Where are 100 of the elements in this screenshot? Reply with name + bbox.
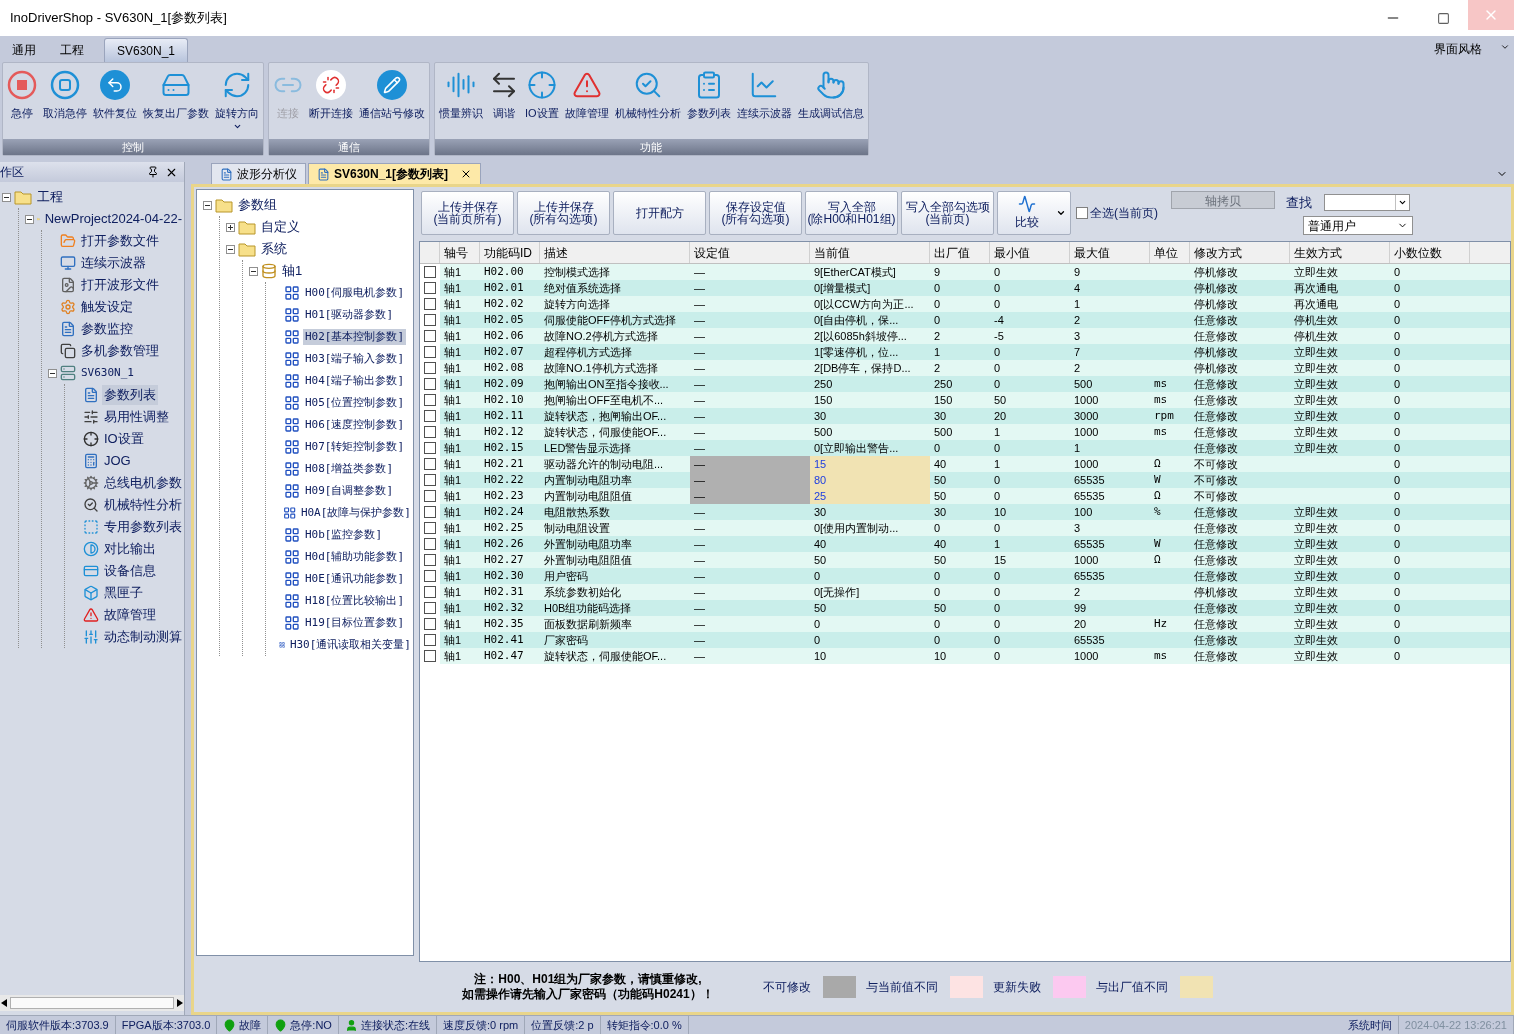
tree-item[interactable]: H08[增益类参数]: [303, 460, 396, 478]
row-checkbox[interactable]: [424, 570, 436, 582]
user-level-select[interactable]: 普通用户: [1303, 216, 1413, 236]
maximize-icon[interactable]: [1437, 11, 1450, 25]
column-header[interactable]: 生效方式: [1290, 242, 1390, 263]
expand-icon[interactable]: [226, 222, 235, 232]
collapse-icon[interactable]: [25, 214, 34, 224]
row-checkbox[interactable]: [424, 474, 436, 486]
row-checkbox[interactable]: [424, 394, 436, 406]
ribbon-button[interactable]: 急停: [5, 67, 39, 131]
tree-item[interactable]: 对比输出: [102, 539, 158, 559]
column-header[interactable]: 描述: [540, 242, 690, 263]
tree-item[interactable]: 参数列表: [102, 385, 158, 405]
tree-item[interactable]: H09[自调整参数]: [303, 482, 396, 500]
row-checkbox[interactable]: [424, 522, 436, 534]
select-all-checkbox[interactable]: 全选(当前页): [1076, 204, 1158, 222]
tree-item[interactable]: 多机参数管理: [79, 341, 161, 361]
column-header[interactable]: 小数位数: [1390, 242, 1470, 263]
tree-item[interactable]: H30[通讯读取相关变量]: [287, 636, 413, 654]
ribbon-button[interactable]: 调谐: [487, 67, 521, 131]
ribbon-button[interactable]: 惯量辨识: [437, 67, 485, 131]
row-checkbox[interactable]: [424, 538, 436, 550]
column-header[interactable]: 功能码ID: [480, 242, 540, 263]
tree-item[interactable]: H19[目标位置参数]: [303, 614, 407, 632]
compare-button[interactable]: 比较: [997, 191, 1071, 235]
tree-item[interactable]: 总线电机参数: [102, 473, 184, 493]
collapse-icon[interactable]: [226, 244, 235, 254]
tree-item[interactable]: NewProject2024-04-22-: [42, 209, 184, 229]
scroll-right-icon[interactable]: [177, 999, 183, 1007]
column-header[interactable]: 当前值: [810, 242, 930, 263]
tree-item[interactable]: H0E[通讯功能参数]: [303, 570, 407, 588]
collapse-icon[interactable]: [203, 200, 212, 210]
tree-item[interactable]: JOG: [102, 451, 133, 471]
interface-style-menu[interactable]: 界面风格: [1434, 40, 1482, 58]
tree-item[interactable]: 参数组: [236, 195, 279, 215]
tree-item[interactable]: 参数监控: [79, 319, 135, 339]
collapse-icon[interactable]: [2, 192, 11, 202]
tree-item[interactable]: 轴1: [280, 261, 305, 281]
row-checkbox[interactable]: [424, 378, 436, 390]
tree-item[interactable]: H0d[辅助功能参数]: [303, 548, 407, 566]
row-checkbox[interactable]: [424, 298, 436, 310]
column-header[interactable]: 轴号: [440, 242, 480, 263]
row-checkbox[interactable]: [424, 426, 436, 438]
row-checkbox[interactable]: [424, 618, 436, 630]
toolbar-button[interactable]: 打开配方: [613, 191, 706, 235]
tree-item[interactable]: 连续示波器: [79, 253, 148, 273]
row-checkbox[interactable]: [424, 362, 436, 374]
ribbon-button[interactable]: 故障管理: [562, 67, 611, 131]
column-header[interactable]: 出厂值: [930, 242, 990, 263]
ribbon-button[interactable]: 通信站号修改: [357, 67, 427, 131]
tree-item[interactable]: SV630N_1: [79, 364, 136, 382]
row-checkbox[interactable]: [424, 314, 436, 326]
ribbon-button[interactable]: 断开连接: [307, 67, 355, 131]
document-tab[interactable]: 波形分析仪: [211, 163, 306, 184]
row-checkbox[interactable]: [424, 554, 436, 566]
toolbar-button[interactable]: 上传并保存 (当前页所有): [421, 191, 514, 235]
tree-item[interactable]: 设备信息: [102, 561, 158, 581]
tree-item[interactable]: 机械特性分析: [102, 495, 184, 515]
ribbon-button[interactable]: IO设置: [523, 67, 561, 131]
column-header[interactable]: 修改方式: [1190, 242, 1290, 263]
tree-item[interactable]: 动态制动测算: [102, 627, 184, 647]
row-checkbox[interactable]: [424, 282, 436, 294]
tree-item[interactable]: 打开参数文件: [79, 231, 161, 251]
document-tab[interactable]: SV630N_1[参数列表]: [308, 163, 482, 184]
tree-item[interactable]: 易用性调整: [102, 407, 171, 427]
tree-item[interactable]: IO设置: [102, 429, 146, 449]
tree-item[interactable]: H04[端子输出参数]: [303, 372, 407, 390]
ribbon-button[interactable]: 旋转方向: [213, 67, 261, 131]
tree-item[interactable]: H01[驱动器参数]: [303, 306, 396, 324]
ribbon-button[interactable]: 软件复位: [91, 67, 139, 131]
row-checkbox[interactable]: [424, 506, 436, 518]
horizontal-scrollbar[interactable]: [0, 995, 184, 1011]
tree-item[interactable]: H07[转矩控制参数]: [303, 438, 407, 456]
column-header[interactable]: 单位: [1150, 242, 1190, 263]
toolbar-button[interactable]: 上传并保存 (所有勾选项): [517, 191, 610, 235]
tree-item[interactable]: H06[速度控制参数]: [303, 416, 407, 434]
row-checkbox[interactable]: [424, 602, 436, 614]
ribbon-button[interactable]: 恢复出厂参数: [141, 67, 211, 131]
toolbar-button[interactable]: 写入全部勾选项 (当前页): [901, 191, 994, 235]
row-checkbox[interactable]: [424, 346, 436, 358]
toolbar-button[interactable]: 保存设定值 (所有勾选项): [709, 191, 802, 235]
caret-icon[interactable]: [1056, 208, 1066, 218]
tree-item[interactable]: 故障管理: [102, 605, 158, 625]
search-field[interactable]: [1324, 194, 1410, 211]
tree-item[interactable]: 系统: [259, 239, 289, 259]
column-header[interactable]: 最小值: [990, 242, 1070, 263]
tree-item[interactable]: H0A[故障与保护参数]: [298, 504, 413, 522]
tree-item[interactable]: H02[基本控制参数]: [303, 328, 407, 346]
tree-item[interactable]: 自定义: [259, 217, 302, 237]
tree-item[interactable]: 打开波形文件: [79, 275, 161, 295]
column-header[interactable]: 最大值: [1070, 242, 1150, 263]
tree-item[interactable]: 专用参数列表: [102, 517, 184, 537]
row-checkbox[interactable]: [424, 586, 436, 598]
row-checkbox[interactable]: [424, 330, 436, 342]
row-checkbox[interactable]: [424, 442, 436, 454]
toolbar-button[interactable]: 写入全部 (除H00和H01组): [805, 191, 898, 235]
row-checkbox[interactable]: [424, 634, 436, 646]
tree-item[interactable]: H05[位置控制参数]: [303, 394, 407, 412]
tree-item[interactable]: H18[位置比较输出]: [303, 592, 407, 610]
ribbon-tab[interactable]: 工程: [48, 38, 96, 62]
